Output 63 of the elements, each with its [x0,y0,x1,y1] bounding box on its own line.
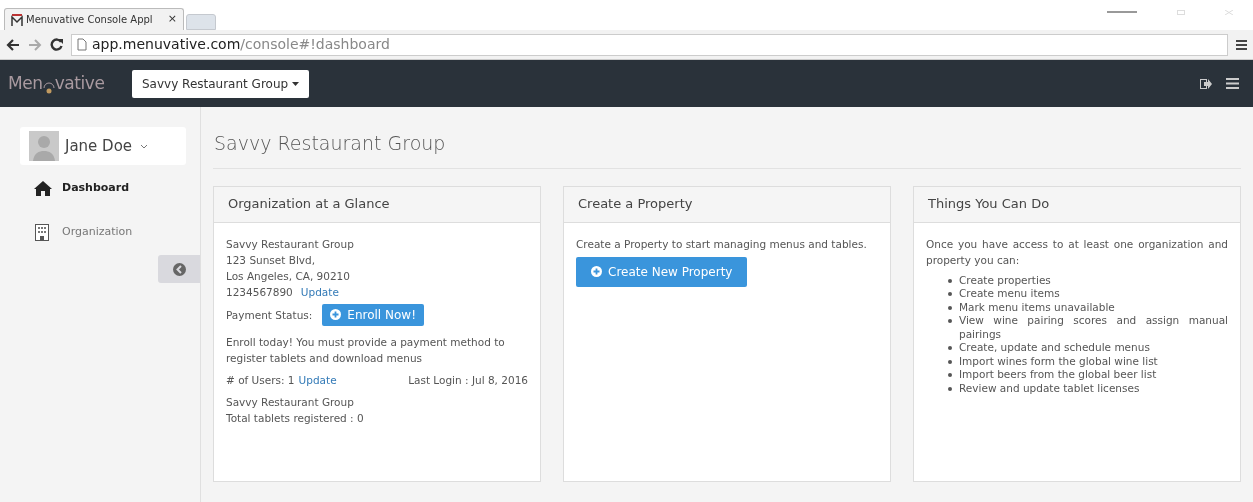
address-line: Savvy Restaurant Group [226,236,355,252]
sidebar-item[interactable]: Dashboard [34,175,179,201]
page-icon [77,38,87,51]
card-text: Once you have access to at least one organization and property you can: [926,236,1228,268]
maximize-icon [1177,10,1185,15]
tab-title: Menuvative Console Appl [26,13,153,27]
favicon-icon [11,13,23,26]
bullet-icon [948,346,952,350]
tab-close-button[interactable]: × [167,11,177,28]
list-item: Create, update and schedule menus [959,341,1150,355]
chevron-down-icon [140,143,149,149]
plus-circle-icon [591,266,602,277]
list-item: Create menu items [959,287,1060,301]
summary-line: Total tablets registered : 0 [226,410,365,426]
plus-circle-icon [330,309,342,320]
card-title: Things You Can Do [914,186,1240,223]
user-menu-button[interactable]: Jane Doe [20,127,186,165]
bullet-icon [948,359,952,364]
menu-icon[interactable] [1226,78,1239,89]
menuvative-logo[interactable]: Men vative [8,70,132,97]
last-login: Last Login : Jul 8, 2016 [408,372,528,388]
home-icon [34,179,52,197]
minimize-icon [1107,11,1137,14]
close-icon [1225,10,1233,15]
users-count: # of Users: 1 [226,372,295,388]
phone-number: 1234567890 [226,284,293,300]
sidebar-item[interactable]: Organization [34,219,179,245]
card-title: Create a Property [564,186,890,223]
address-line: 123 Sunset Blvd, [226,252,317,268]
arrow-left-icon [172,262,186,276]
list-item: Review and update tablet licenses [959,381,1140,395]
building-icon [34,223,52,241]
browser-menu-icon[interactable] [1236,39,1247,50]
bullet-icon [948,305,952,310]
list-item: View wine pairing scores and assign manual pairings [959,314,1228,341]
card-text: Create a Property to start managing menus and tables. [576,236,868,252]
bullet-icon [948,373,952,377]
browser-tab[interactable]: Menuvative Console Appl × [4,8,184,30]
bullet-icon [948,319,952,323]
url-text: app.menuvative.com/console#!dashboard [92,35,390,54]
bullet-icon [948,278,952,283]
update-link[interactable]: Update [300,283,339,300]
organization-dropdown[interactable]: Savvy Restaurant Group [132,69,310,98]
bullet-icon [948,292,952,296]
back-icon[interactable] [6,38,20,51]
page-title: Savvy Restaurant Group [213,129,1241,169]
avatar-icon [29,131,59,161]
list-item: Create properties [959,273,1051,287]
card-title: Organization at a Glance [214,186,540,223]
list-item: Import beers from the global beer list [959,368,1157,382]
payment-status-label: Payment Status: [226,307,313,323]
enroll-note: Enroll today! You must provide a payment method to register tablets and download menus [226,334,506,366]
address-line: Los Angeles, CA, 90210 [226,268,351,284]
caret-icon [292,81,300,86]
list-item: Mark menu items unavailable [959,300,1115,314]
summary-line: Savvy Restaurant Group [226,394,355,410]
list-item: Import wines form the global wine list [959,354,1158,368]
collapse-sidebar-button[interactable] [158,255,200,283]
update-link[interactable]: Update [298,371,337,388]
reload-icon[interactable] [50,38,63,51]
bullet-icon [948,386,952,391]
address-bar[interactable]: app.menuvative.com/console#!dashboard [71,33,1228,56]
sign-out-icon[interactable] [1200,78,1212,89]
